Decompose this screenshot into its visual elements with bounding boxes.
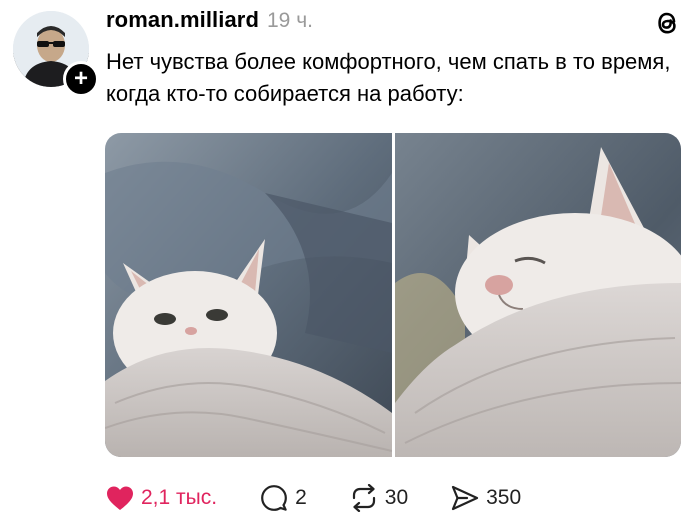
cat-sleeping-photo[interactable]	[394, 133, 682, 457]
share-button[interactable]: 350	[450, 483, 521, 513]
media-gallery	[105, 133, 681, 457]
reply-button[interactable]: 2	[259, 483, 307, 513]
repost-button[interactable]: 30	[349, 483, 408, 513]
heart-icon	[105, 483, 135, 513]
reply-count: 2	[295, 486, 307, 509]
username[interactable]: roman.milliard	[106, 7, 259, 33]
post-header: roman.milliard 19 ч.	[106, 7, 313, 37]
cat-peeking-photo[interactable]	[105, 133, 392, 457]
like-button[interactable]: 2,1 тыс.	[105, 483, 217, 513]
like-count: 2,1 тыс.	[141, 486, 218, 509]
repost-count: 30	[384, 486, 409, 509]
avatar-container[interactable]: +	[13, 11, 99, 97]
follow-button[interactable]: +	[63, 61, 99, 97]
action-bar: 2,1 тыс. 2 30 350	[105, 481, 563, 515]
post-text: Нет чувства более комфортного, чем спать…	[106, 49, 671, 106]
send-icon	[450, 483, 480, 513]
threads-logo-icon[interactable]	[653, 8, 681, 38]
repost-icon	[349, 483, 379, 513]
share-count: 350	[486, 486, 522, 509]
timestamp: 19 ч.	[267, 9, 313, 32]
comment-icon	[259, 483, 289, 513]
